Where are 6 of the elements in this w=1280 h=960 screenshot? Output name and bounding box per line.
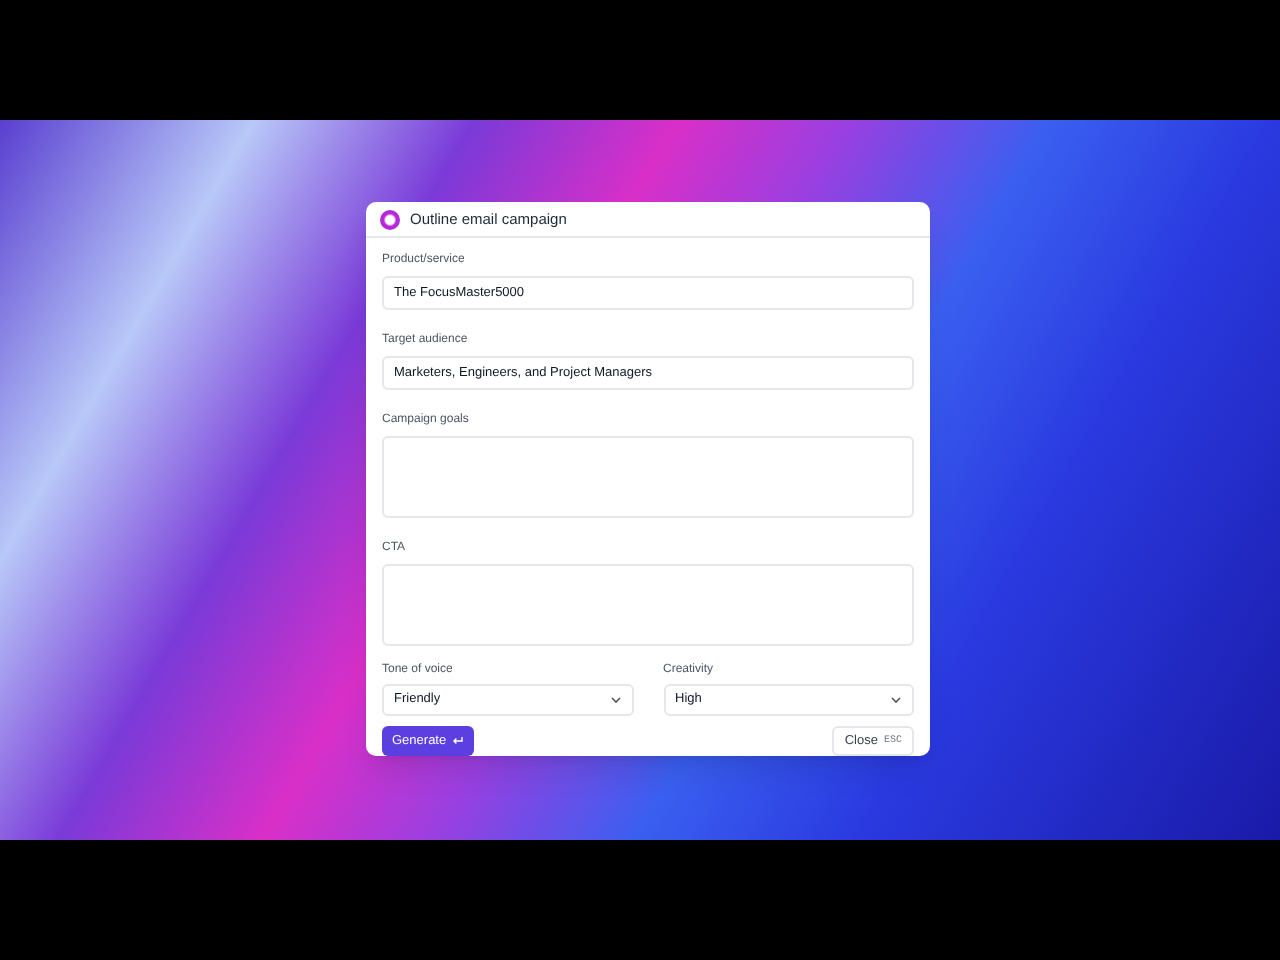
chevron-down-icon	[890, 696, 902, 704]
text-area[interactable]	[382, 436, 914, 518]
chevron-down-icon	[609, 696, 621, 704]
logo-icon	[380, 209, 400, 229]
text-area[interactable]	[382, 564, 914, 646]
return-icon	[452, 736, 465, 746]
